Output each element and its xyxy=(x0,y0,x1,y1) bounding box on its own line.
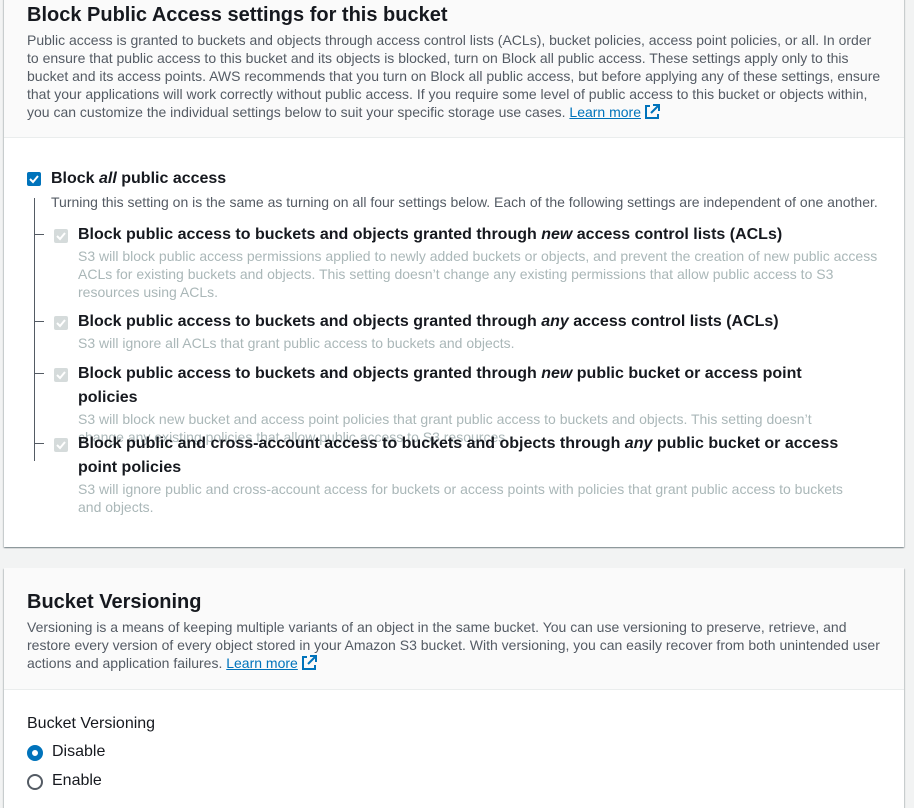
bpa-learn-more-label: Learn more xyxy=(569,104,641,120)
option-any-acls-checkbox[interactable] xyxy=(54,316,68,330)
bpa-header: Block Public Access settings for this bu… xyxy=(4,0,904,138)
option-cross-account-label-pre: Block public and cross-account access to… xyxy=(78,435,625,452)
option-any-acls-label: Block public access to buckets and objec… xyxy=(78,310,854,334)
option-any-acls-label-post: access control lists (ACLs) xyxy=(568,313,779,330)
bpa-title: Block Public Access settings for this bu… xyxy=(27,4,448,26)
option-any-acls[interactable]: Block public access to buckets and objec… xyxy=(54,310,854,352)
versioning-enable-radio[interactable] xyxy=(27,774,43,790)
tree-branch xyxy=(34,443,44,444)
checkmark-icon xyxy=(56,371,66,380)
bpa-description: Public access is granted to buckets and … xyxy=(27,31,882,124)
checkmark-icon xyxy=(56,232,66,241)
option-cross-account-label: Block public and cross-account access to… xyxy=(78,432,854,480)
option-any-acls-label-em: any xyxy=(541,313,569,330)
block-all-label-em: all xyxy=(99,170,117,187)
option-cross-account-label-em: any xyxy=(624,435,653,452)
versioning-disable-label[interactable]: Disable xyxy=(52,743,105,761)
option-new-policies-checkbox[interactable] xyxy=(54,368,68,382)
option-new-policies-label: Block public access to buckets and objec… xyxy=(78,362,854,410)
option-cross-account[interactable]: Block public and cross-account access to… xyxy=(54,432,854,516)
checkmark-icon xyxy=(29,175,39,184)
versioning-header: Bucket Versioning Versioning is a means … xyxy=(4,568,904,690)
versioning-learn-more-link[interactable]: Learn more xyxy=(226,655,317,671)
versioning-enable-label[interactable]: Enable xyxy=(52,772,102,790)
versioning-field-label: Bucket Versioning xyxy=(27,715,156,732)
bucket-versioning-panel: Bucket Versioning Versioning is a means … xyxy=(4,568,904,808)
block-all-label-post: public access xyxy=(116,170,227,187)
option-any-acls-label-pre: Block public access to buckets and objec… xyxy=(78,313,542,330)
bpa-description-text: Public access is granted to buckets and … xyxy=(27,32,881,120)
tree-branch xyxy=(34,321,44,322)
block-all-label-pre: Block xyxy=(51,170,100,187)
versioning-disable-radio[interactable] xyxy=(27,745,43,761)
option-new-acls[interactable]: Block public access to buckets and objec… xyxy=(54,223,877,301)
external-link-icon xyxy=(644,104,660,124)
block-all-checkbox[interactable] xyxy=(27,172,41,186)
block-all-label: Block all public access xyxy=(51,167,887,191)
option-new-acls-description: S3 will block public access permissions … xyxy=(78,248,878,300)
block-all-description: Turning this setting on is the same as t… xyxy=(51,194,878,210)
option-new-acls-label-post: access control lists (ACLs) xyxy=(572,226,783,243)
option-new-acls-label-em: new xyxy=(541,226,573,243)
option-cross-account-description: S3 will ignore public and cross-account … xyxy=(78,481,843,515)
option-new-acls-checkbox[interactable] xyxy=(54,229,68,243)
external-link-icon xyxy=(301,655,317,675)
versioning-learn-more-label: Learn more xyxy=(226,655,298,671)
versioning-title: Bucket Versioning xyxy=(27,591,202,613)
option-new-policies-label-em: new xyxy=(541,365,573,382)
bpa-learn-more-link[interactable]: Learn more xyxy=(569,104,660,120)
option-new-acls-label: Block public access to buckets and objec… xyxy=(78,223,854,247)
tree-branch xyxy=(34,234,44,235)
versioning-description: Versioning is a means of keeping multipl… xyxy=(27,618,882,675)
versioning-description-text: Versioning is a means of keeping multipl… xyxy=(27,619,880,671)
option-new-policies-label-pre: Block public access to buckets and objec… xyxy=(78,365,542,382)
checkmark-icon xyxy=(56,441,66,450)
block-public-access-panel: Block Public Access settings for this bu… xyxy=(4,0,904,547)
block-all-option[interactable]: Block all public access Turning this set… xyxy=(27,167,887,211)
option-new-acls-label-pre: Block public access to buckets and objec… xyxy=(78,226,542,243)
tree-branch xyxy=(34,373,44,374)
option-cross-account-checkbox[interactable] xyxy=(54,438,68,452)
tree-connector xyxy=(34,198,35,461)
checkmark-icon xyxy=(56,319,66,328)
option-any-acls-description: S3 will ignore all ACLs that grant publi… xyxy=(78,335,515,351)
